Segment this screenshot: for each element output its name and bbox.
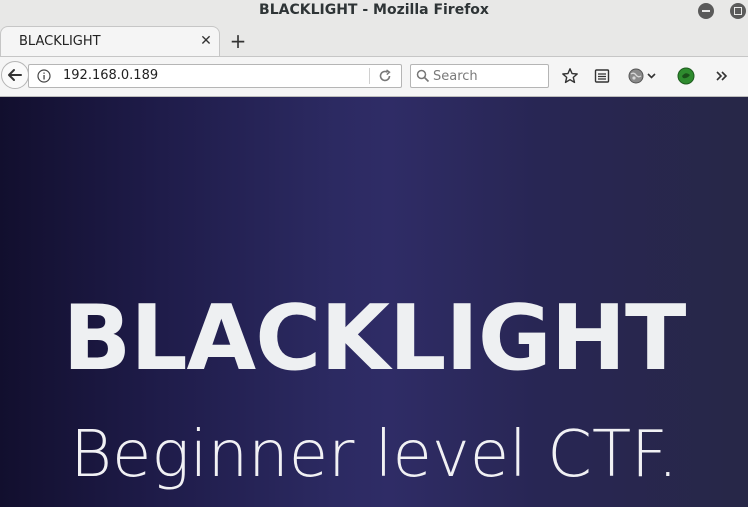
maximize-icon[interactable] [730, 3, 746, 19]
firefox-window: BLACKLIGHT - Mozilla Firefox BLACKLIGHT … [0, 0, 748, 507]
theme-globe-icon[interactable] [627, 67, 661, 85]
info-icon[interactable] [37, 69, 51, 83]
bookmark-star-icon[interactable] [561, 67, 579, 85]
search-icon [416, 69, 430, 83]
chevron-down-icon [647, 73, 656, 79]
new-tab-icon[interactable]: + [229, 31, 247, 51]
url-bar[interactable]: 192.168.0.189 [28, 64, 402, 88]
url-separator [369, 68, 370, 84]
window-title: BLACKLIGHT - Mozilla Firefox [259, 2, 489, 18]
reload-icon[interactable] [377, 68, 393, 84]
addon-shield-icon[interactable] [677, 67, 695, 85]
page-content: BLACKLIGHT Beginner level CTF. [0, 97, 748, 507]
tab-strip: BLACKLIGHT ✕ + [0, 22, 748, 57]
back-arrow-icon [8, 69, 22, 81]
search-input[interactable] [433, 67, 543, 85]
tab-blacklight[interactable]: BLACKLIGHT ✕ [0, 26, 220, 56]
hero-subtitle: Beginner level CTF. [70, 418, 678, 492]
minimize-icon[interactable] [698, 3, 714, 19]
navigation-bar: 192.168.0.189 [0, 57, 748, 97]
tab-close-icon[interactable]: ✕ [199, 32, 213, 50]
title-bar: BLACKLIGHT - Mozilla Firefox [0, 0, 748, 22]
search-bar[interactable] [410, 64, 549, 88]
url-text[interactable]: 192.168.0.189 [63, 68, 158, 83]
tab-title: BLACKLIGHT [19, 34, 101, 49]
reader-list-icon[interactable] [593, 67, 611, 85]
overflow-chevrons-icon[interactable] [713, 67, 731, 85]
back-button[interactable] [1, 61, 29, 89]
hero-title: BLACKLIGHT [62, 286, 687, 391]
